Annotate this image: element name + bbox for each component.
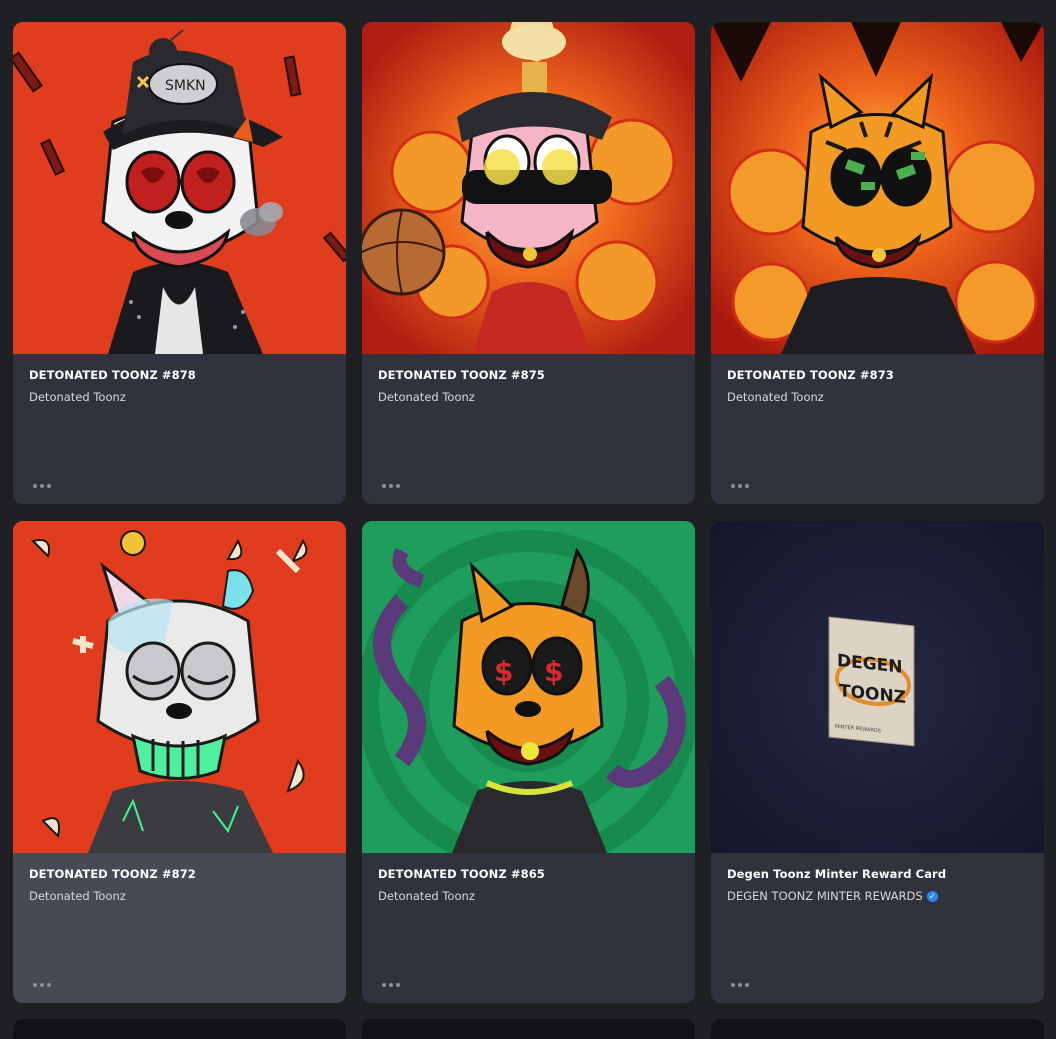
nft-image[interactable]: $ $ [362,521,695,853]
nft-card-next-row[interactable] [13,1019,346,1039]
svg-text:$: $ [544,655,563,688]
collection-label: DEGEN TOONZ MINTER REWARDS [727,889,923,903]
nft-card[interactable]: $ $ DETONATED TOONZ #865 Detonated Toonz [362,521,695,1003]
more-options-button[interactable] [31,481,53,491]
ellipsis-icon [382,983,386,987]
nft-card-next-row[interactable] [711,1019,1044,1039]
ellipsis-icon [731,983,735,987]
nft-title: DETONATED TOONZ #872 [29,867,196,881]
nft-image[interactable] [711,22,1044,354]
nft-card[interactable]: DETONATED TOONZ #875 Detonated Toonz [362,22,695,504]
ellipsis-icon [382,484,386,488]
collection-label: Detonated Toonz [29,889,126,903]
collection-name: Detonated Toonz [29,390,330,404]
more-options-button[interactable] [380,481,402,491]
more-options-button[interactable] [729,980,751,990]
collection-name: Detonated Toonz [378,390,679,404]
more-options-button[interactable] [380,980,402,990]
collection-label: Detonated Toonz [29,390,126,404]
verified-check-icon: ✓ [926,890,938,902]
svg-text:$: $ [494,655,513,688]
collection-label: Detonated Toonz [727,390,824,404]
more-options-button[interactable] [31,980,53,990]
nft-card[interactable]: SMKN DETONATED TOONZ #878 Detonated Toon… [13,22,346,504]
svg-text:SMKN: SMKN [165,78,206,94]
more-options-button[interactable] [729,481,751,491]
nft-title: Degen Toonz Minter Reward Card [727,867,947,881]
ellipsis-icon [731,484,735,488]
nft-card[interactable]: DETONATED TOONZ #872 Detonated Toonz [13,521,346,1003]
nft-title: DETONATED TOONZ #875 [378,368,545,382]
nft-image[interactable]: DEGEN TOONZ MINTER REWARDS [711,521,1044,853]
nft-title: DETONATED TOONZ #865 [378,867,545,881]
nft-card-next-row[interactable] [362,1019,695,1039]
nft-image[interactable] [13,521,346,853]
collection-name: Detonated Toonz [727,390,1028,404]
ellipsis-icon [33,983,37,987]
nft-title: DETONATED TOONZ #873 [727,368,894,382]
collection-name: DEGEN TOONZ MINTER REWARDS ✓ [727,889,1028,903]
collection-label: Detonated Toonz [378,390,475,404]
nft-image[interactable] [362,22,695,354]
nft-title: DETONATED TOONZ #878 [29,368,196,382]
nft-card[interactable]: DEGEN TOONZ MINTER REWARDS Degen Toonz M… [711,521,1044,1003]
collection-name: Detonated Toonz [378,889,679,903]
nft-image[interactable]: SMKN [13,22,346,354]
collection-name: Detonated Toonz [29,889,330,903]
collection-label: Detonated Toonz [378,889,475,903]
nft-grid: SMKN DETONATED TOONZ #878 Detonated Toon… [13,22,1044,1003]
nft-card[interactable]: DETONATED TOONZ #873 Detonated Toonz [711,22,1044,504]
ellipsis-icon [33,484,37,488]
